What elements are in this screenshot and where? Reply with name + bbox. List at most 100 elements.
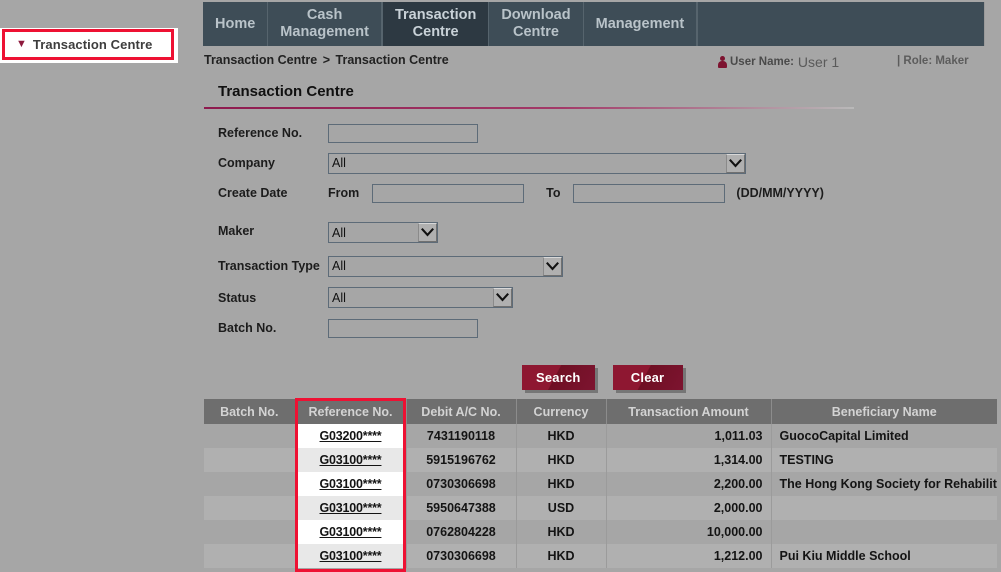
form-action-buttons: Search Clear [522,365,683,390]
user-name-value: User 1 [798,54,839,70]
content-region: Home Cash Management Transaction Centre … [200,0,1001,572]
cell-reference-no: G03200**** [295,424,406,448]
table-row: G03100**** 5950647388 USD 2,000.00 [204,496,997,520]
title-divider [204,107,854,109]
reference-no-link[interactable]: G03200**** [320,429,382,443]
cell-batch-no [204,424,295,448]
nav-tab-home[interactable]: Home [203,2,268,46]
status-label: Status [218,291,256,305]
cell-debit-ac-no: 0730306698 [406,544,516,568]
breadcrumb-item-current: Transaction Centre [336,53,449,67]
table-header-row: Batch No. Reference No. Debit A/C No. Cu… [204,399,997,424]
sidebar-item-transaction-centre[interactable]: ▼ Transaction Centre [0,28,174,61]
table-row: G03200**** 7431190118 HKD 1,011.03 Guoco… [204,424,997,448]
cell-beneficiary-name: The Hong Kong Society for Rehabilitat [771,472,997,496]
reference-no-input[interactable] [328,124,478,143]
column-header-beneficiary-name[interactable]: Beneficiary Name [771,399,997,424]
search-button[interactable]: Search [522,365,595,390]
cell-debit-ac-no: 0730306698 [406,472,516,496]
status-select-value: All [329,291,493,305]
cell-reference-no: G03100**** [295,448,406,472]
maker-select[interactable]: All [328,222,438,243]
cell-batch-no [204,520,295,544]
cell-batch-no [204,472,295,496]
search-form: Reference No. Company All Create [200,118,1001,343]
cell-batch-no [204,448,295,472]
person-icon [718,56,727,68]
maker-select-value: All [329,226,418,240]
create-date-from-input[interactable] [372,184,524,203]
cell-beneficiary-name: Pui Kiu Middle School [771,544,997,568]
cell-debit-ac-no: 0762804228 [406,520,516,544]
nav-tab-management[interactable]: Management [584,2,698,46]
chevron-down-icon[interactable] [726,154,745,173]
nav-tab-transaction-centre[interactable]: Transaction Centre [382,2,489,46]
status-control: All [328,287,513,308]
breadcrumb-item-first[interactable]: Transaction Centre [204,53,317,67]
reference-no-link[interactable]: G03100**** [320,501,382,515]
cell-currency: HKD [516,520,606,544]
cell-transaction-amount: 10,000.00 [606,520,771,544]
cell-beneficiary-name: TESTING [771,448,997,472]
cell-debit-ac-no: 5915196762 [406,448,516,472]
form-row-company: Company All [200,148,1001,178]
company-select[interactable]: All [328,153,746,174]
chevron-down-icon[interactable] [418,223,437,242]
form-row-status: Status All [200,282,1001,313]
triangle-down-icon: ▼ [16,39,27,50]
table-row: G03100**** 0730306698 HKD 1,212.00 Pui K… [204,544,997,568]
cell-transaction-amount: 1,011.03 [606,424,771,448]
table-row: G03100**** 0730306698 HKD 2,200.00 The H… [204,472,997,496]
chevron-down-icon[interactable] [493,288,512,307]
create-date-label: Create Date [218,186,287,200]
cell-beneficiary-name [771,520,997,544]
cell-batch-no [204,544,295,568]
user-role: | Role: Maker [897,55,969,67]
table-row: G03100**** 0762804228 HKD 10,000.00 [204,520,997,544]
cell-reference-no: G03100**** [295,472,406,496]
create-date-format-hint: (DD/MM/YYYY) [736,186,824,200]
create-date-to-input[interactable] [573,184,725,203]
sidebar-item-label: Transaction Centre [33,37,153,52]
reference-no-link[interactable]: G03100**** [320,477,382,491]
main-navigation-bar: Home Cash Management Transaction Centre … [203,2,985,46]
cell-debit-ac-no: 5950647388 [406,496,516,520]
column-header-debit-ac-no[interactable]: Debit A/C No. [406,399,516,424]
form-row-transaction-type: Transaction Type All [200,250,1001,282]
cell-transaction-amount: 2,000.00 [606,496,771,520]
form-row-create-date: Create Date From To (DD/MM/YYYY) [200,178,1001,208]
breadcrumb-separator: > [321,53,332,67]
reference-no-link[interactable]: G03100**** [320,549,382,563]
transactions-table: Batch No. Reference No. Debit A/C No. Cu… [204,399,997,568]
cell-currency: HKD [516,424,606,448]
column-header-currency[interactable]: Currency [516,399,606,424]
form-row-batch-no: Batch No. [200,313,1001,343]
form-row-maker: Maker All [200,208,1001,250]
table-row: G03100**** 5915196762 HKD 1,314.00 TESTI… [204,448,997,472]
clear-button[interactable]: Clear [613,365,683,390]
transaction-type-select[interactable]: All [328,256,563,277]
reference-no-link[interactable]: G03100**** [320,525,382,539]
column-header-reference-no[interactable]: Reference No. [295,399,406,424]
create-date-from-label: From [328,186,359,200]
cell-currency: USD [516,496,606,520]
page-title: Transaction Centre [218,83,354,100]
transaction-type-label: Transaction Type [218,259,320,273]
chevron-down-icon[interactable] [543,257,562,276]
create-date-to-label: To [546,186,560,200]
column-header-transaction-amount[interactable]: Transaction Amount [606,399,771,424]
form-row-reference-no: Reference No. [200,118,1001,148]
cell-beneficiary-name [771,496,997,520]
company-select-value: All [329,156,726,170]
status-select[interactable]: All [328,287,513,308]
batch-no-input[interactable] [328,319,478,338]
create-date-control: From To (DD/MM/YYYY) [328,184,824,203]
nav-tab-cash-management[interactable]: Cash Management [268,2,382,46]
cell-transaction-amount: 1,314.00 [606,448,771,472]
transaction-type-control: All [328,256,563,277]
column-header-batch-no[interactable]: Batch No. [204,399,295,424]
left-sidebar: ▼ Transaction Centre [0,0,200,572]
nav-tab-download-centre[interactable]: Download Centre [489,2,583,46]
reference-no-link[interactable]: G03100**** [320,453,382,467]
cell-reference-no: G03100**** [295,544,406,568]
